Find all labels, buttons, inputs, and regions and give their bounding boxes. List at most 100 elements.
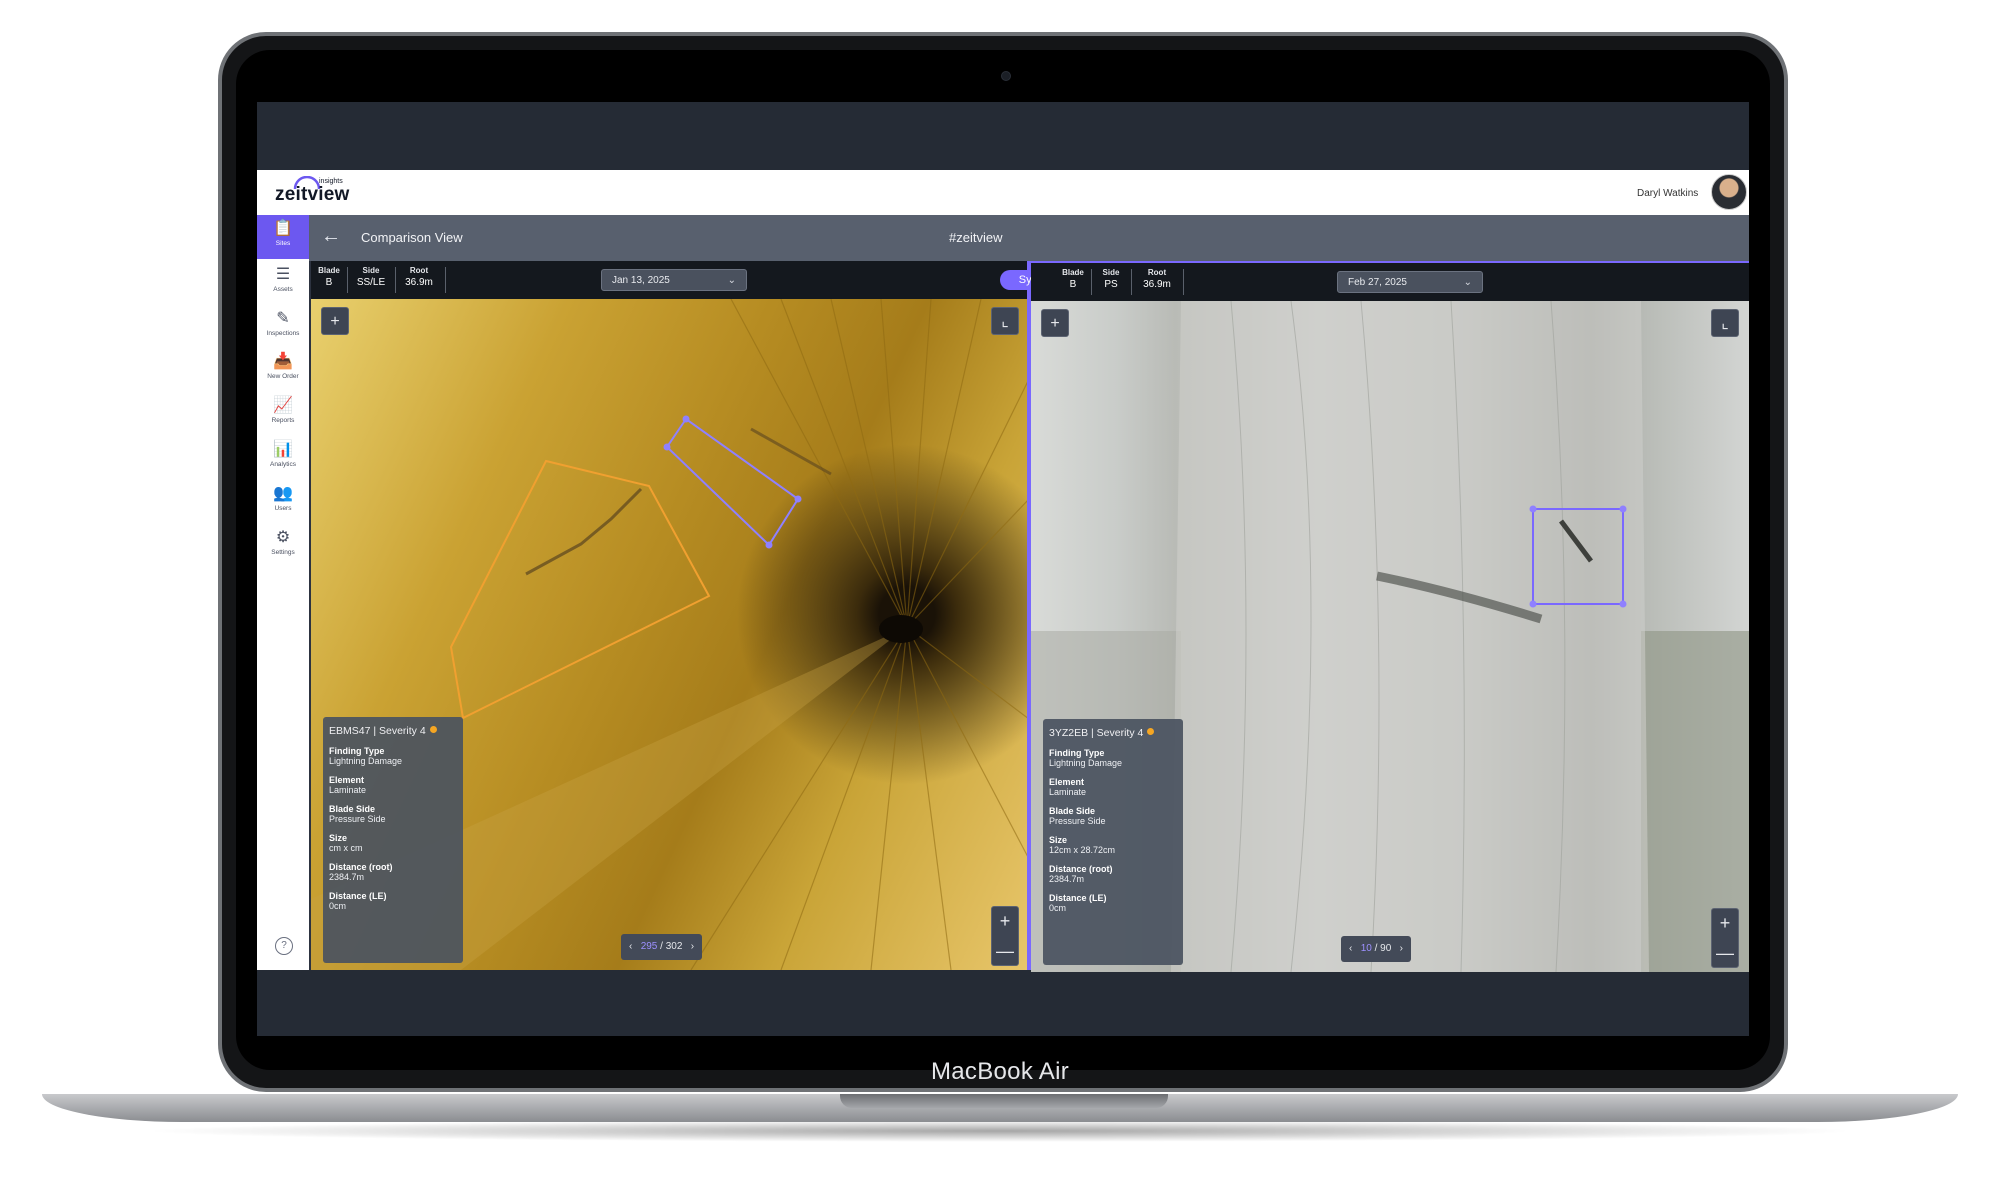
avatar[interactable] [1711,174,1747,210]
annotation-handle[interactable] [1529,505,1537,513]
zoom-out-button[interactable]: — [1712,939,1738,969]
divider [1183,269,1184,295]
sidebar-item-analytics[interactable]: 📊 Analytics [257,436,309,476]
field-value: 0cm [1049,903,1067,913]
left-date-select[interactable]: Jan 13, 2025 ⌄ [601,269,747,291]
left-meta-root: Root 36.9m [405,266,433,288]
field-label: Distance (root) [1049,864,1113,874]
sidebar-item-new-order[interactable]: 📥 New Order [257,348,309,388]
field-value: Lightning Damage [1049,758,1123,768]
divider [347,267,348,293]
next-image-icon[interactable]: › [691,941,694,952]
next-image-icon[interactable]: › [1400,943,1403,954]
ruler-tool-button[interactable]: ⌞ [1711,309,1739,337]
top-bar: zeitview insights Daryl Watkins [257,170,1749,215]
screen: zeitview insights Daryl Watkins 📋 Sites … [257,102,1749,1036]
field-value: Pressure Side [1049,816,1106,826]
left-image-pager: ‹ 295 / 302 › [621,934,703,960]
annotation-handle[interactable] [765,541,773,549]
field-label: Finding Type [1049,748,1105,758]
current-image-index: 10 [1360,943,1372,954]
sidebar-item-settings[interactable]: ⚙ Settings [257,524,309,564]
zoom-in-button[interactable]: + [1712,909,1738,939]
sidebar-item-sites[interactable]: 📋 Sites [257,215,309,259]
field-label: Element [1049,777,1085,787]
layers-icon: ☰ [275,266,291,283]
project-tag: #zeitview [949,230,1003,245]
divider [395,267,396,293]
gear-icon: ⚙ [275,529,291,546]
right-date-select[interactable]: Feb 27, 2025 ⌄ [1337,271,1483,293]
field-value: cm x cm [329,843,363,853]
sidebar: 📋 Sites ☰ Assets ✎ Inspections 📥 New Ord… [257,215,309,970]
title-bar: ← Comparison View #zeitview [309,215,1749,261]
field-value: Lightning Damage [329,756,403,766]
field-label: Size [1049,835,1068,845]
finding-polygon-purple[interactable] [665,417,800,547]
users-icon: 👥 [273,485,293,502]
field-label: Element [329,775,365,785]
total-image-count: 90 [1380,943,1392,954]
left-finding-card: EBMS47 | Severity 4 Finding Type Lightni… [323,717,463,963]
help-icon[interactable]: ? [275,937,293,955]
logo-subtitle: insights [319,178,343,185]
left-meta-blade: Blade B [318,266,340,288]
field-label: Blade Side [329,804,376,814]
chevron-down-icon: ⌄ [1463,277,1472,288]
right-zoom-control: + — [1711,908,1739,968]
inbox-icon: 📥 [273,353,293,370]
pen-icon: ✎ [276,310,290,327]
sidebar-item-reports[interactable]: 📈 Reports [257,392,309,432]
right-finding-card: 3YZ2EB | Severity 4 Finding Type Lightni… [1043,719,1183,965]
field-label: Finding Type [329,746,385,756]
laptop-shadow [140,1120,1860,1142]
sidebar-item-inspections[interactable]: ✎ Inspections [257,305,309,345]
field-value: 2384.7m [329,872,365,882]
sidebar-item-assets[interactable]: ☰ Assets [257,261,309,301]
left-inspection-image[interactable]: + ⌞ EBMS47 | Severity 4 Finding Type Lig… [311,299,1029,970]
device-label: MacBook Air [930,1058,1070,1085]
current-image-index: 295 [640,941,658,952]
right-meta-root: Root 36.9m [1143,268,1171,290]
divider [1131,269,1132,295]
ruler-tool-button[interactable]: ⌞ [991,307,1019,335]
prev-image-icon[interactable]: ‹ [629,941,632,952]
left-info-bar: Blade B Side SS/LE Root 36.9m Jan 13, 2025 … [311,261,1029,299]
zoom-in-button[interactable]: + [992,907,1018,937]
back-arrow-icon[interactable]: ← [321,225,341,248]
crosshair-tool-button[interactable]: + [1041,309,1069,337]
right-image-pager: ‹ 10 / 90 › [1341,936,1411,962]
left-compare-pane: Blade B Side SS/LE Root 36.9m Jan 13, 2025 … [309,261,1029,970]
right-info-bar: Blade B Side PS Root 36.9m Feb 27, 2025 ⌄ [1031,263,1749,301]
camera-icon [1001,71,1011,81]
left-meta-side: Side SS/LE [356,266,386,288]
field-label: Distance (LE) [1049,893,1107,903]
finding-box-purple[interactable] [1532,508,1624,605]
zoom-out-button[interactable]: — [992,937,1018,967]
user-name[interactable]: Daryl Watkins [1637,188,1698,199]
annotation-handle[interactable] [663,443,671,451]
right-meta-side: Side PS [1102,268,1120,290]
annotation-handle[interactable] [1619,600,1627,608]
clipboard-icon: 📋 [273,220,293,237]
annotation-handle[interactable] [1529,600,1537,608]
right-inspection-image[interactable]: + ⌞ 3YZ2EB | Severity 4 Finding Type Lig… [1031,301,1749,972]
sidebar-item-users[interactable]: 👥 Users [257,480,309,520]
right-meta-blade: Blade B [1062,268,1084,290]
annotation-handle[interactable] [794,495,802,503]
left-zoom-control: + — [991,906,1019,966]
line-chart-icon: 📈 [273,397,293,414]
annotation-handle[interactable] [682,415,690,423]
field-label: Size [329,833,348,843]
logo: zeitview [275,184,350,205]
prev-image-icon[interactable]: ‹ [1349,943,1352,954]
total-image-count: 302 [665,941,683,952]
crosshair-tool-button[interactable]: + [321,307,349,335]
finding-polygon-orange[interactable] [449,459,711,720]
right-compare-pane: Blade B Side PS Root 36.9m Feb 27, 2025 ⌄ [1031,261,1749,972]
annotation-handle[interactable] [1619,505,1627,513]
field-value: 12cm x 28.72cm [1049,845,1116,855]
field-label: Distance (LE) [329,891,387,901]
page-title: Comparison View [361,230,463,245]
field-value: Laminate [329,785,367,795]
